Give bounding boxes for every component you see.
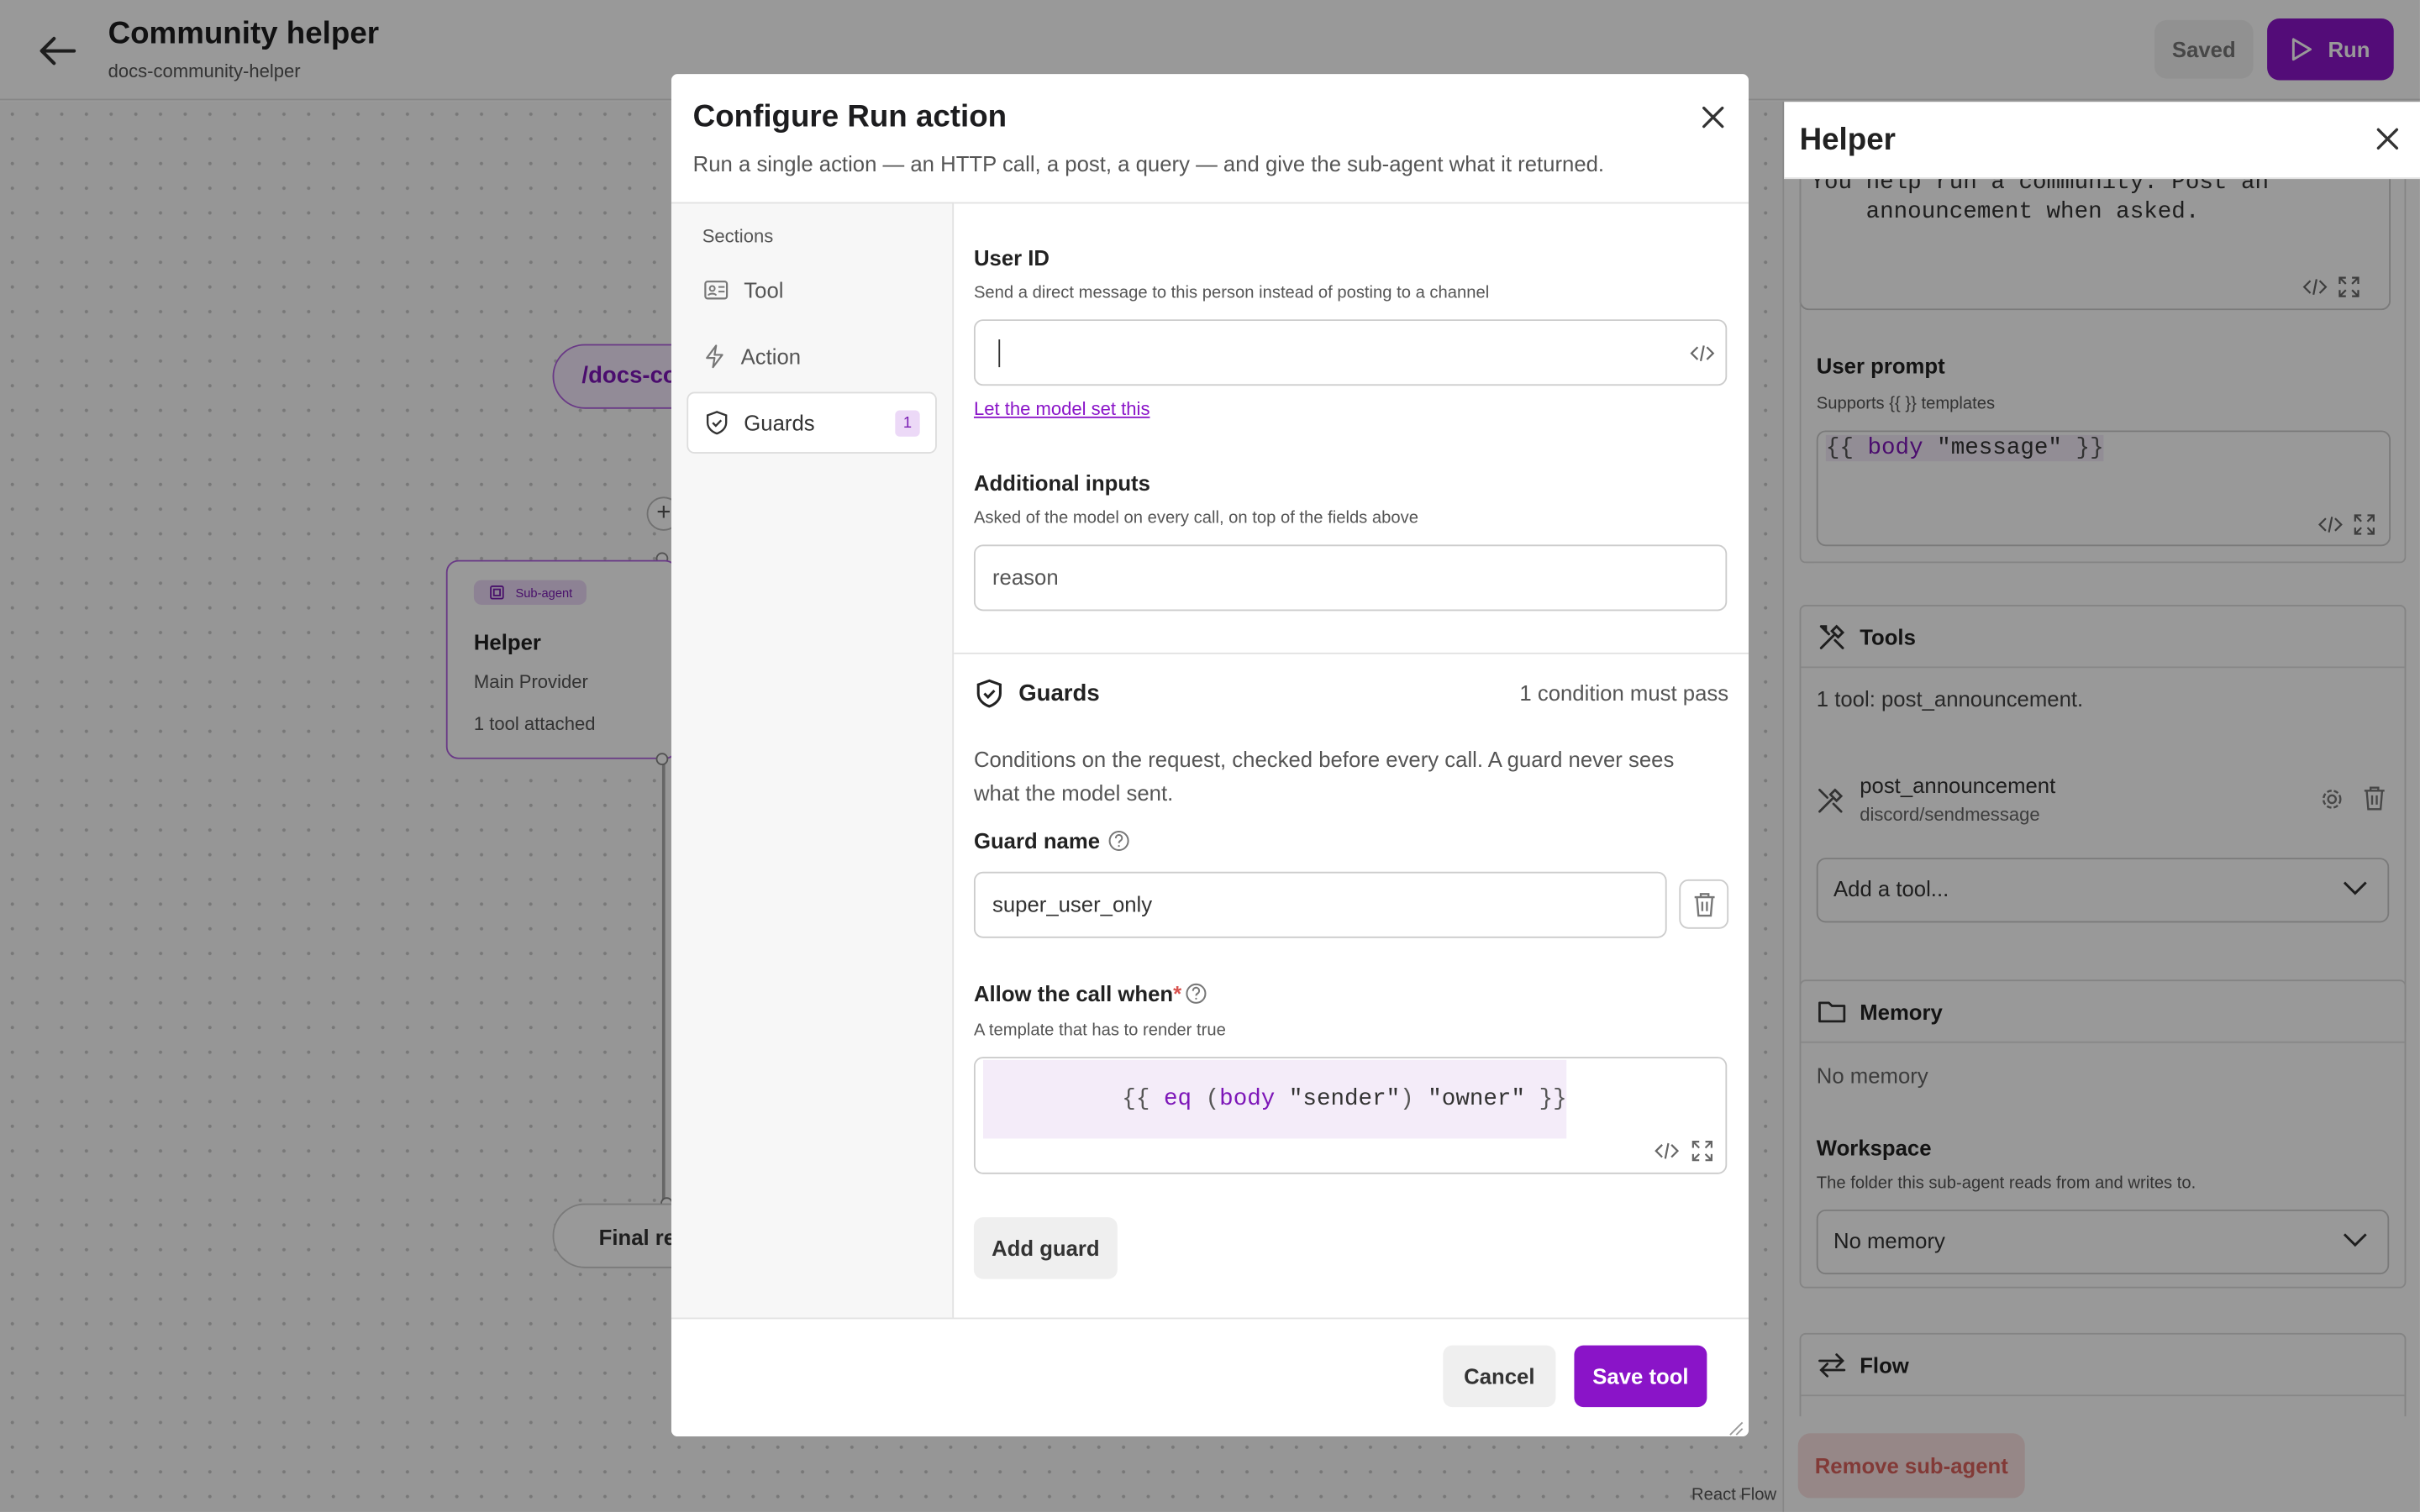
code-icon[interactable] [1655, 1142, 1680, 1160]
allow-call-hint: A template that has to render true [973, 1021, 1226, 1040]
configure-modal: Configure Run action Run a single action… [671, 74, 1749, 1436]
help-icon[interactable] [1186, 983, 1207, 1005]
close-icon[interactable] [1701, 105, 1725, 138]
sections-sidebar: Sections Tool Action Guards 1 [671, 202, 955, 1318]
required-asterisk: * [1173, 981, 1182, 1006]
add-guard-button[interactable]: Add guard [973, 1217, 1118, 1279]
allow-call-text: Allow the call when [973, 981, 1174, 1006]
section-tool-label: Tool [744, 277, 784, 302]
section-action-label: Action [740, 344, 802, 369]
tpl-close: }} [1539, 1086, 1567, 1113]
tpl-string-sender: "sender" [1288, 1086, 1401, 1113]
cancel-button[interactable]: Cancel [1443, 1345, 1556, 1408]
section-action[interactable]: Action [687, 326, 937, 387]
tpl-keyword: body [1219, 1086, 1276, 1113]
user-id-input[interactable] [973, 319, 1728, 386]
section-tool[interactable]: Tool [687, 260, 937, 321]
section-guards-label: Guards [744, 410, 815, 435]
shield-check-icon [976, 679, 1002, 708]
close-icon[interactable] [2375, 127, 2400, 160]
user-id-label: User ID [973, 245, 1050, 270]
guards-description-line1: Conditions on the request, checked befor… [973, 746, 1675, 772]
let-model-set-link[interactable]: Let the model set this [974, 398, 1150, 420]
helper-title: Helper [1799, 123, 1896, 158]
tpl-paren-open: ( [1205, 1086, 1220, 1113]
divider [954, 652, 1749, 654]
allow-call-label: Allow the call when* [974, 981, 1181, 1005]
guards-status: 1 condition must pass [1519, 680, 1729, 706]
modal-footer: Cancel Save tool [671, 1317, 1749, 1436]
helper-header: Helper [1784, 102, 2420, 180]
guard-template-editor[interactable]: {{ eq (body "sender") "owner" }} [973, 1057, 1728, 1174]
delete-guard-button[interactable] [1679, 879, 1729, 929]
modal-title: Configure Run action [692, 100, 1007, 134]
id-card-icon [704, 281, 729, 300]
tpl-open: {{ [1122, 1086, 1150, 1113]
modal-body[interactable]: User ID Send a direct message to this pe… [954, 202, 1749, 1318]
user-id-hint: Send a direct message to this person ins… [973, 283, 1490, 302]
text-cursor [998, 339, 1001, 368]
help-icon[interactable] [1108, 830, 1130, 852]
bolt-icon [706, 344, 723, 369]
additional-inputs-hint: Asked of the model on every call, on top… [973, 509, 1418, 528]
tpl-func: eq [1163, 1086, 1192, 1113]
code-icon[interactable] [1690, 344, 1715, 363]
expand-icon[interactable] [1691, 1140, 1713, 1162]
guards-count-badge: 1 [895, 410, 920, 437]
guard-name-label: Guard name [973, 828, 1101, 853]
guards-description-line2: what the model sent. [973, 780, 1174, 806]
guards-header: Guards [1018, 680, 1100, 707]
tpl-paren-close: ) [1400, 1086, 1414, 1113]
additional-inputs-field[interactable]: reason [973, 544, 1728, 612]
save-tool-button[interactable]: Save tool [1574, 1345, 1707, 1408]
modal-description: Run a single action — an HTTP call, a po… [692, 150, 1605, 176]
tpl-string-owner: "owner" [1428, 1086, 1526, 1113]
trash-icon [1693, 892, 1714, 916]
additional-inputs-label: Additional inputs [973, 470, 1150, 496]
shield-check-icon [706, 411, 728, 435]
sections-label: Sections [702, 225, 774, 247]
resize-handle-icon[interactable] [1728, 1421, 1744, 1436]
guard-name-input[interactable]: super_user_only [973, 871, 1667, 938]
guards-description: Conditions on the request, checked befor… [974, 742, 1674, 810]
section-guards[interactable]: Guards 1 [687, 391, 937, 454]
